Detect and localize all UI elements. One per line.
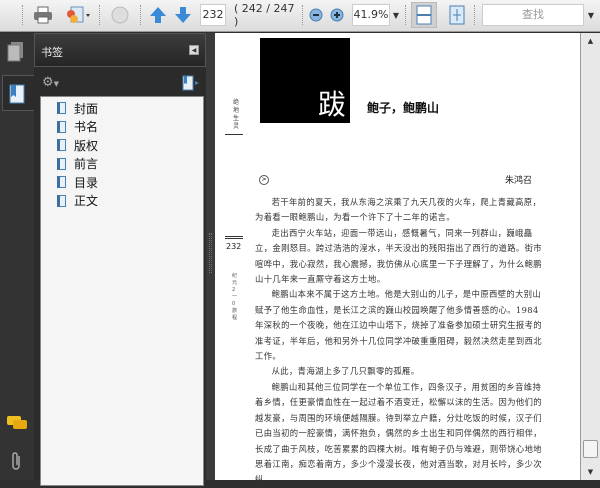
chapter-title: 鲍子，鲍鹏山 xyxy=(367,101,440,115)
zoom-dropdown[interactable]: ▼ xyxy=(391,4,401,26)
bookmark-icon xyxy=(57,176,66,189)
bookmarks-panel: 书签 ◀ ⚙▼ 封面 书名 版权 前言 目录 正文 xyxy=(34,33,206,486)
toolbar: 232 ( 242 / 247 ) 41.9% ▼ 查找 ▼ xyxy=(0,0,600,32)
chapter-mark-icon: > xyxy=(259,175,269,185)
bookmark-icon xyxy=(57,194,66,207)
comment-button[interactable] xyxy=(108,4,132,26)
page-count: ( 242 / 247 ) xyxy=(234,2,295,28)
page-number: 232 xyxy=(226,242,242,251)
bookmark-item[interactable]: 版权 xyxy=(41,136,203,155)
speech-bubble-icon xyxy=(111,6,129,24)
panel-splitter[interactable] xyxy=(206,33,215,480)
panel-title: 书签 xyxy=(41,46,63,59)
bookmarks-panel-button[interactable] xyxy=(2,75,36,111)
zoom-in-button[interactable] xyxy=(329,4,345,26)
bookmark-expand-icon xyxy=(182,75,199,91)
search-dropdown[interactable]: ▼ xyxy=(586,4,596,26)
bookmark-icon xyxy=(57,102,66,115)
search-input[interactable]: 查找 xyxy=(482,4,584,26)
chapter-glyph: 跋 xyxy=(317,88,346,121)
fit-page-button[interactable] xyxy=(447,4,467,26)
zoom-level-input[interactable]: 41.9% xyxy=(352,4,390,26)
bookmark-item[interactable]: 前言 xyxy=(41,155,203,174)
options-menu-button[interactable]: ⚙▼ xyxy=(42,75,59,90)
pages-icon xyxy=(7,42,23,62)
bookmark-list: 封面 书名 版权 前言 目录 正文 xyxy=(40,96,204,486)
bookmark-icon xyxy=(9,84,25,104)
expand-bookmark-button[interactable] xyxy=(182,75,200,95)
toolbar-grip xyxy=(22,5,24,25)
chapter-block: 跋 xyxy=(260,38,350,123)
fit-width-icon xyxy=(416,5,432,25)
print-button[interactable] xyxy=(32,4,54,26)
previous-page-button[interactable] xyxy=(148,4,168,26)
paperclip-icon xyxy=(12,452,20,470)
arrow-down-icon xyxy=(175,7,191,23)
next-page-button[interactable] xyxy=(173,4,193,26)
bookmark-icon xyxy=(57,157,66,170)
body-text: 若干年前的夏天，我从东海之滨乘了九天几夜的火车，爬上青藏高原，为着看一眼鲍鹏山，… xyxy=(255,197,542,485)
collaborate-icon xyxy=(67,6,90,23)
vertical-scrollbar[interactable]: ▲ ▼ xyxy=(580,33,600,480)
bookmark-item[interactable]: 目录 xyxy=(41,173,203,192)
scroll-down-button[interactable]: ▼ xyxy=(581,464,600,480)
side-note: 纪元2一0旅程 xyxy=(232,273,238,321)
running-head: 绝地生灵 xyxy=(233,99,240,130)
bookmark-icon xyxy=(57,120,66,133)
document-page: 跋 鲍子，鲍鹏山 绝地生灵 朱鸿召 > 232 纪元2一0旅程 若干年前的夏天，… xyxy=(215,33,580,484)
zoom-out-button[interactable] xyxy=(308,4,324,26)
bookmark-item[interactable]: 正文 xyxy=(41,192,203,211)
scroll-up-button[interactable]: ▲ xyxy=(581,33,600,49)
fit-width-button[interactable] xyxy=(411,2,437,28)
bookmark-item[interactable]: 封面 xyxy=(41,99,203,118)
printer-icon xyxy=(34,6,52,24)
plus-circle-icon xyxy=(330,8,344,22)
arrow-up-icon xyxy=(150,7,166,23)
fit-page-icon xyxy=(449,5,465,25)
share-button[interactable] xyxy=(62,4,92,26)
collapse-panel-button[interactable]: ◀ xyxy=(189,45,199,55)
author: 朱鸿召 xyxy=(505,176,533,186)
comments-button[interactable] xyxy=(6,415,28,435)
bookmark-item[interactable]: 书名 xyxy=(41,118,203,137)
page-number-input[interactable]: 232 xyxy=(200,4,226,26)
comment-icon xyxy=(7,416,27,429)
navigation-pane xyxy=(0,33,36,480)
attachments-button[interactable] xyxy=(8,451,24,477)
bookmark-icon xyxy=(57,139,66,152)
pages-panel-button[interactable] xyxy=(6,41,26,67)
scroll-thumb[interactable] xyxy=(583,440,598,458)
minus-circle-icon xyxy=(309,8,323,22)
